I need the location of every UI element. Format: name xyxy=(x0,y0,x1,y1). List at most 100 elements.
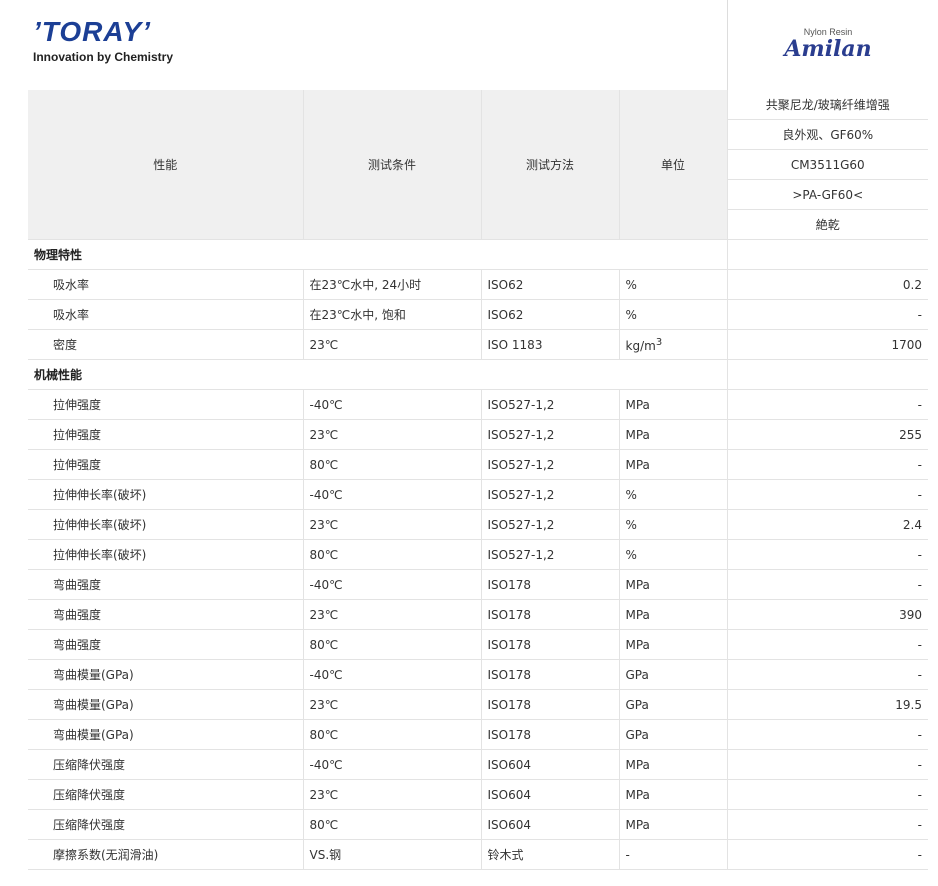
property-cell: 弯曲模量(GPa) xyxy=(28,659,304,690)
method-cell: ISO527-1,2 xyxy=(481,419,620,450)
unit-cell: GPa xyxy=(619,659,728,690)
unit-cell: MPa xyxy=(619,809,728,840)
condition-cell: 80℃ xyxy=(303,629,482,660)
value-cell: - xyxy=(727,449,928,480)
unit-cell: MPa xyxy=(619,569,728,600)
page-header: ’TORAY’ Innovation by Chemistry Nylon Re… xyxy=(0,0,938,90)
method-cell: ISO178 xyxy=(481,569,620,600)
brand-logo: Nylon Resin Amilan xyxy=(728,0,928,90)
value-cell: - xyxy=(727,779,928,810)
condition-cell: -40℃ xyxy=(303,749,482,780)
condition-cell: -40℃ xyxy=(303,479,482,510)
method-cell: ISO178 xyxy=(481,719,620,750)
method-cell: ISO527-1,2 xyxy=(481,479,620,510)
property-cell: 弯曲模量(GPa) xyxy=(28,689,304,720)
value-cell: - xyxy=(727,719,928,750)
unit-cell: MPa xyxy=(619,629,728,660)
value-cell: 0.2 xyxy=(727,269,928,300)
condition-cell: 23℃ xyxy=(303,599,482,630)
method-cell: ISO604 xyxy=(481,779,620,810)
value-cell: - xyxy=(727,479,928,510)
method-cell: ISO604 xyxy=(481,809,620,840)
unit-superscript: 3 xyxy=(655,336,663,348)
table-row: 吸水率 在23℃水中, 24小时 ISO62% 0.2 xyxy=(28,269,928,300)
table-row: 拉伸伸长率(破坏) 23℃ ISO527-1,2% 2.4 xyxy=(28,509,928,540)
method-cell: 铃木式 xyxy=(481,839,620,870)
section-title: 机械性能 xyxy=(28,359,728,390)
table-row: 拉伸伸长率(破坏) 80℃ ISO527-1,2% - xyxy=(28,539,928,570)
table-row: 弯曲强度 -40℃ ISO178 MPa - xyxy=(28,569,928,600)
unit-cell: % xyxy=(619,539,728,570)
property-cell: 弯曲强度 xyxy=(28,569,304,600)
method-cell: ISO527-1,2 xyxy=(481,389,620,420)
section-row: 物理特性 xyxy=(28,239,928,270)
table-row: 压缩降伏强度 -40℃ ISO604 MPa - xyxy=(28,749,928,780)
unit-cell: % xyxy=(619,269,728,300)
value-cell: 2.4 xyxy=(727,509,928,540)
property-cell: 拉伸伸长率(破坏) xyxy=(28,509,304,540)
table-row: 吸水率 在23℃水中, 饱和 ISO62% - xyxy=(28,299,928,330)
table-row: 拉伸强度 -40℃ ISO527-1,2 MPa - xyxy=(28,389,928,420)
condition-cell: 80℃ xyxy=(303,809,482,840)
table-row: 压缩降伏强度 80℃ ISO604 MPa - xyxy=(28,809,928,840)
table-row: 压缩降伏强度 23℃ ISO604 MPa - xyxy=(28,779,928,810)
value-cell: 390 xyxy=(727,599,928,630)
table-row: 弯曲模量(GPa) -40℃ ISO178 GPa - xyxy=(28,659,928,690)
method-cell: ISO178 xyxy=(481,629,620,660)
toray-logo: ’TORAY’ Innovation by Chemistry xyxy=(33,16,174,65)
product-info-marking: >PA-GF60< xyxy=(727,179,928,210)
logo-text: ’TORAY’ xyxy=(33,16,151,47)
method-cell: ISO527-1,2 xyxy=(481,509,620,540)
method-cell: ISO62 xyxy=(481,269,620,300)
unit-cell: GPa xyxy=(619,719,728,750)
product-info-state: 絶乾 xyxy=(727,209,928,240)
table-row: 弯曲模量(GPa) 23℃ ISO178 GPa 19.5 xyxy=(28,689,928,720)
col-header-unit: 单位 xyxy=(619,90,728,240)
col-header-property: 性能 xyxy=(28,90,304,240)
section-row: 机械性能 xyxy=(28,359,928,390)
property-cell: 吸水率 xyxy=(28,269,304,300)
table-row: 拉伸强度 23℃ ISO527-1,2 MPa 255 xyxy=(28,419,928,450)
unit-cell: % xyxy=(619,509,728,540)
product-info-feature: 良外观、GF60% xyxy=(727,119,928,150)
table-row: 弯曲强度 23℃ ISO178 MPa 390 xyxy=(28,599,928,630)
property-cell: 吸水率 xyxy=(28,299,304,330)
condition-cell: 80℃ xyxy=(303,719,482,750)
table-row: 弯曲强度 80℃ ISO178 MPa - xyxy=(28,629,928,660)
method-cell: ISO604 xyxy=(481,749,620,780)
condition-cell: -40℃ xyxy=(303,659,482,690)
property-cell: 弯曲强度 xyxy=(28,629,304,660)
property-cell: 压缩降伏强度 xyxy=(28,749,304,780)
product-info-code: CM3511G60 xyxy=(727,149,928,180)
condition-cell: 23℃ xyxy=(303,419,482,450)
condition-cell: VS.钢 xyxy=(303,839,482,870)
condition-cell: 23℃ xyxy=(303,329,482,360)
section-blank xyxy=(727,359,928,390)
method-cell: ISO 1183 xyxy=(481,329,620,360)
property-cell: 弯曲强度 xyxy=(28,599,304,630)
spec-table-body: 性能 测试条件 测试方法 单位 共聚尼龙/玻璃纤维增强 良外观、GF60% CM… xyxy=(28,90,928,870)
property-cell: 拉伸强度 xyxy=(28,449,304,480)
method-cell: ISO527-1,2 xyxy=(481,449,620,480)
value-cell: 19.5 xyxy=(727,689,928,720)
property-cell: 压缩降伏强度 xyxy=(28,779,304,810)
unit-cell: % xyxy=(619,479,728,510)
condition-cell: 在23℃水中, 24小时 xyxy=(303,269,482,300)
value-cell: - xyxy=(727,569,928,600)
value-cell: - xyxy=(727,659,928,690)
brand-name: Amilan xyxy=(784,36,872,62)
property-cell: 摩擦系数(无润滑油) xyxy=(28,839,304,870)
table-row: 拉伸强度 80℃ ISO527-1,2 MPa - xyxy=(28,449,928,480)
unit-cell: MPa xyxy=(619,389,728,420)
condition-cell: -40℃ xyxy=(303,389,482,420)
spec-table: 性能 测试条件 测试方法 单位 共聚尼龙/玻璃纤维增强 良外观、GF60% CM… xyxy=(28,90,928,870)
section-title: 物理特性 xyxy=(28,239,728,270)
property-cell: 拉伸伸长率(破坏) xyxy=(28,479,304,510)
method-cell: ISO178 xyxy=(481,599,620,630)
logo-tagline: Innovation by Chemistry xyxy=(33,50,174,64)
unit-cell: MPa xyxy=(619,779,728,810)
value-cell: 255 xyxy=(727,419,928,450)
method-cell: ISO178 xyxy=(481,689,620,720)
unit-cell: kg/m3 xyxy=(619,329,728,360)
condition-cell: 在23℃水中, 饱和 xyxy=(303,299,482,330)
